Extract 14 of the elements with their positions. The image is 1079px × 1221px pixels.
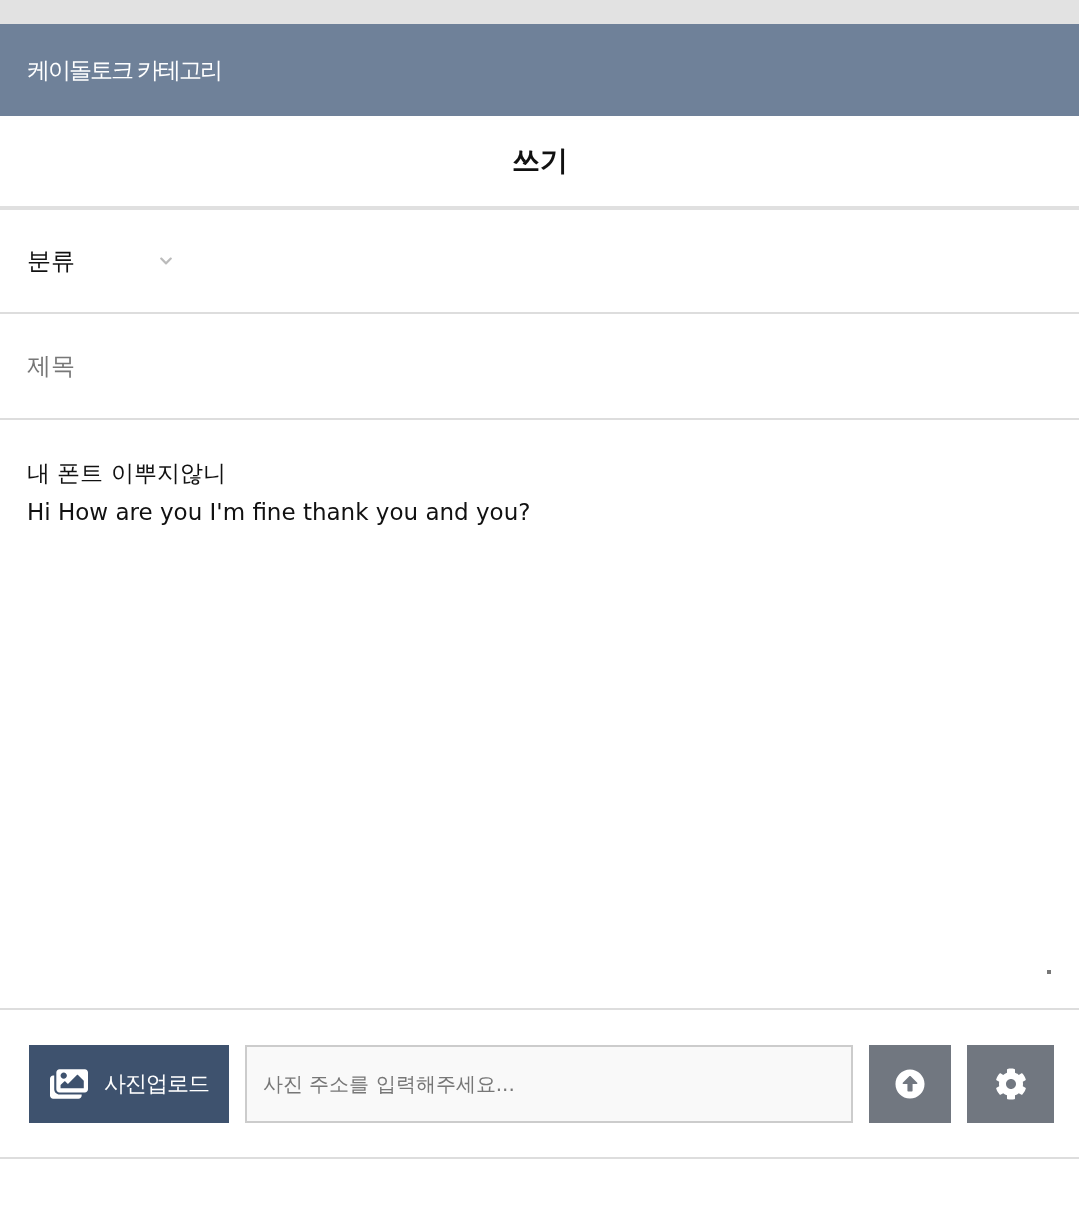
page-title: 쓰기 xyxy=(511,143,568,179)
body-text: 내 폰트 이뿌지않니 xyxy=(27,459,226,488)
subject-field[interactable]: 제목 xyxy=(27,314,1079,418)
resize-handle[interactable] xyxy=(1047,970,1051,974)
upload-button[interactable] xyxy=(869,1044,951,1123)
site-title: 케이돌토크 카테고리 xyxy=(27,55,222,85)
body-editor[interactable]: 내 폰트 이뿌지않니 Hi How are you I'm fine thank you and you? xyxy=(0,420,1079,1010)
category-select[interactable]: 분류 xyxy=(27,245,175,277)
photo-url-field[interactable]: 사진 주소를 입력해주세요... xyxy=(245,1044,853,1123)
arrow-up-icon xyxy=(895,1068,925,1099)
settings-button[interactable] xyxy=(967,1044,1054,1123)
body-text: Hi How are you I'm fine thank you and you? xyxy=(27,499,531,525)
settings-icon xyxy=(994,1067,1027,1100)
photo-upload-button[interactable]: 사진업로드 xyxy=(29,1044,229,1123)
